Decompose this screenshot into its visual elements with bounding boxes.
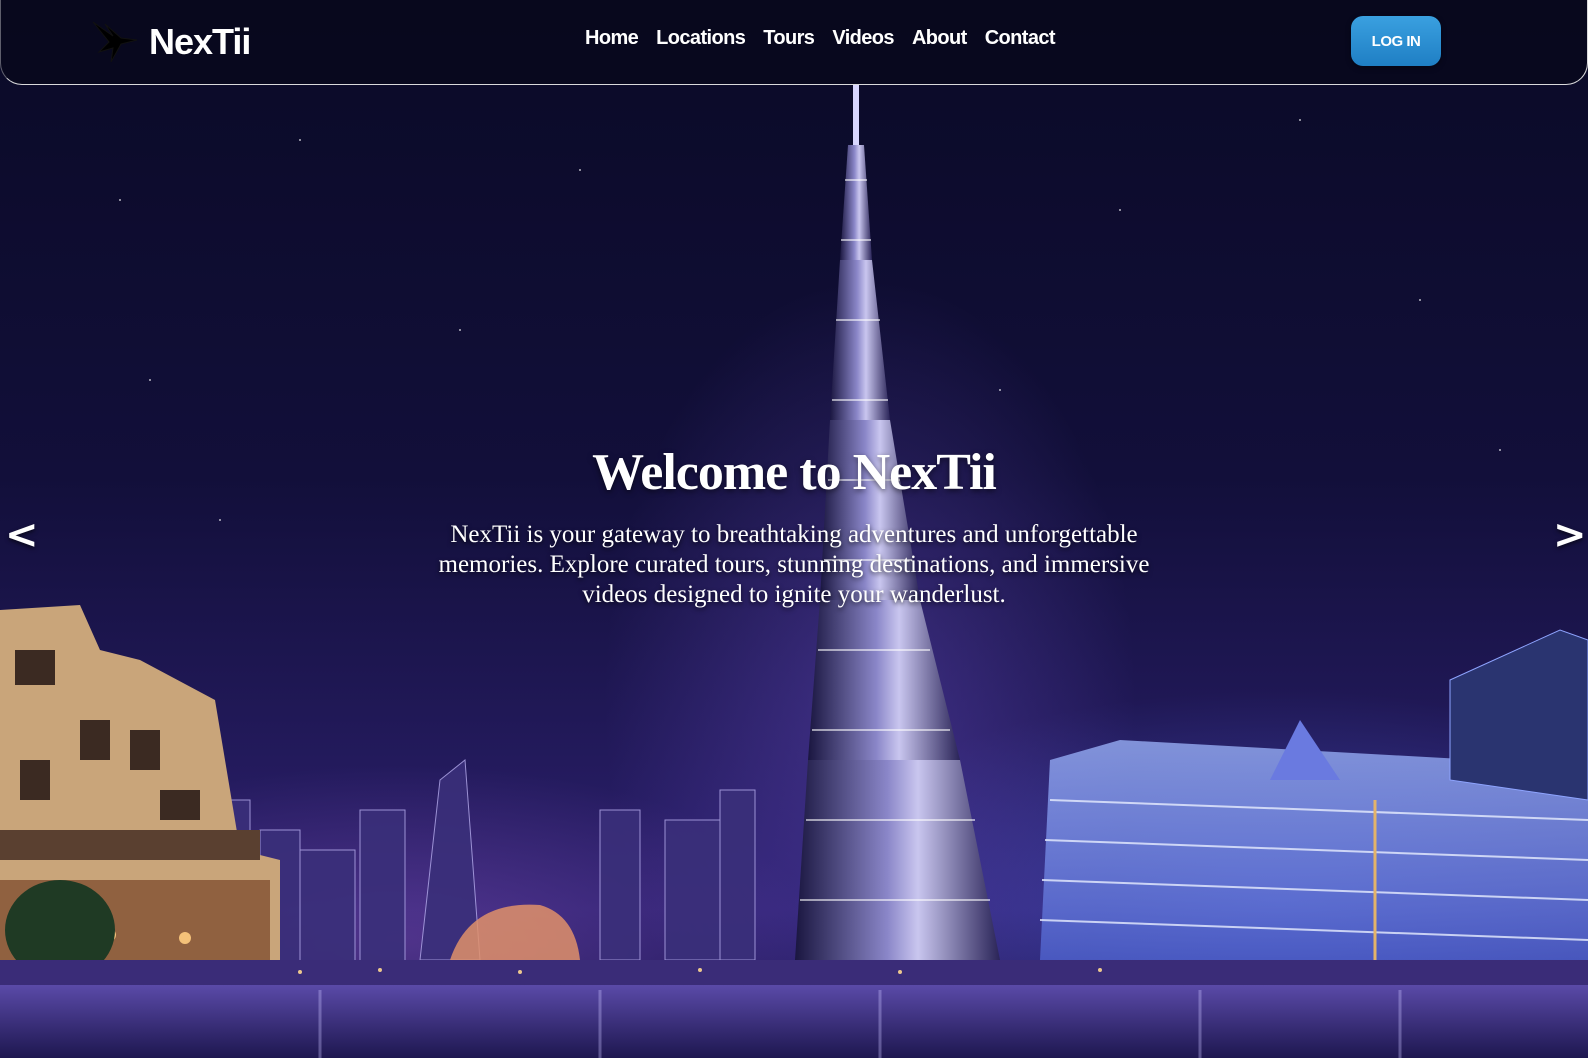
hero-title: Welcome to NexTii [592, 444, 997, 501]
brand-logo-link[interactable]: NexTii [91, 18, 251, 66]
nav-link-about[interactable]: About [912, 27, 967, 50]
navbar: NexTii Home Locations Tours Videos About… [0, 0, 1588, 85]
nav-link-tours[interactable]: Tours [763, 27, 815, 50]
nav-link-contact[interactable]: Contact [985, 27, 1056, 50]
hero-content: Welcome to NexTii NexTii is your gateway… [394, 443, 1194, 610]
login-button[interactable]: LOG IN [1351, 16, 1441, 66]
page: NexTii Home Locations Tours Videos About… [0, 0, 1588, 1058]
bird-logo-icon [92, 21, 138, 63]
nav-link-videos[interactable]: Videos [832, 27, 894, 50]
hero-description: NexTii is your gateway to breathtaking a… [438, 521, 1150, 608]
nav-link-locations[interactable]: Locations [656, 27, 746, 50]
slider-next-button[interactable]: > [1553, 512, 1587, 558]
nav-link-home[interactable]: Home [585, 27, 639, 50]
nav-links: Home Locations Tours Videos About Contac… [585, 27, 1056, 50]
slider-prev-button[interactable]: < [5, 512, 39, 558]
brand-name: NexTii [149, 21, 251, 62]
